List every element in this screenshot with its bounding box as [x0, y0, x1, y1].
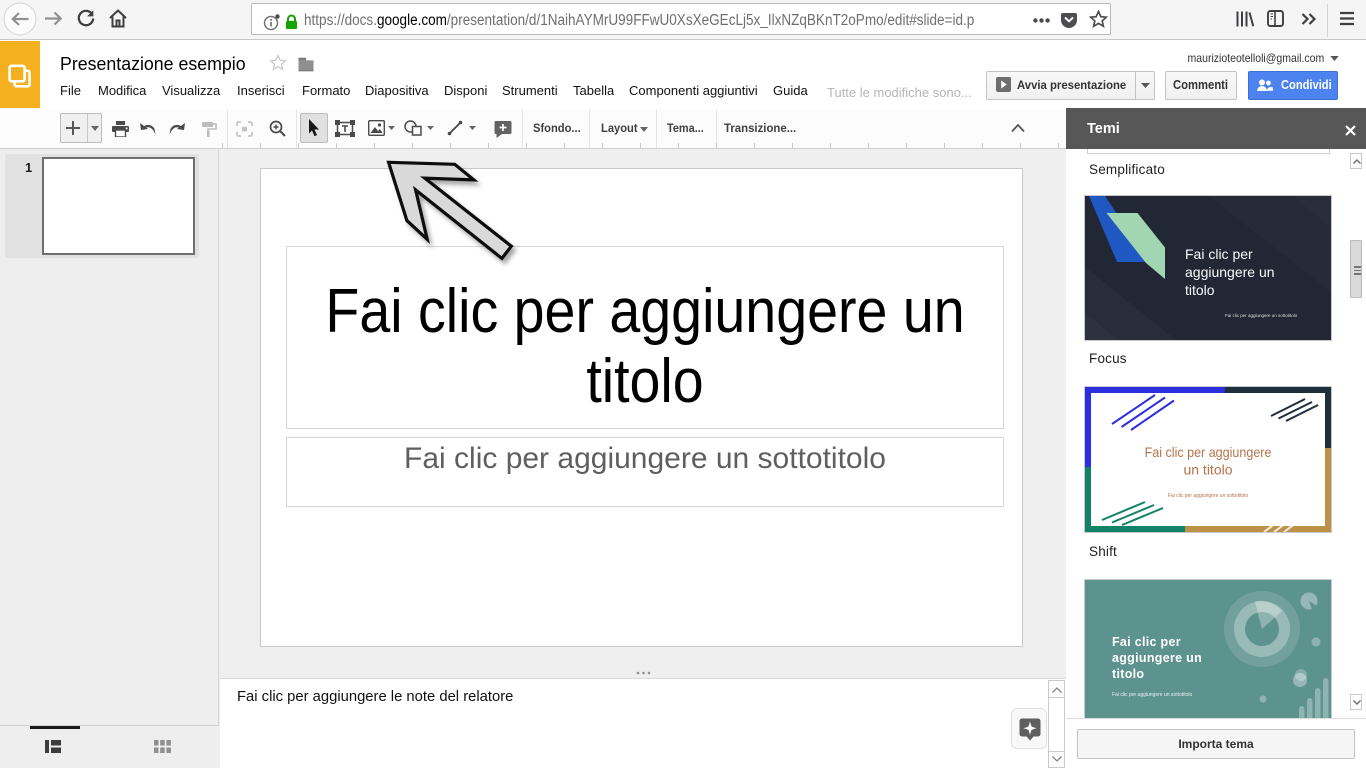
- svg-text:Fai clic per aggiungere un sot: Fai clic per aggiungere un sottotitolo: [1225, 313, 1298, 318]
- svg-text:titolo: titolo: [1112, 667, 1144, 681]
- svg-text:aggiungere un: aggiungere un: [1185, 264, 1275, 280]
- svg-text:Fai clic per aggiungere: Fai clic per aggiungere: [1145, 445, 1272, 461]
- svg-text:aggiungere un: aggiungere un: [1112, 651, 1202, 665]
- svg-text:un titolo: un titolo: [1183, 462, 1232, 478]
- svg-text:Fai clic per: Fai clic per: [1112, 635, 1181, 649]
- svg-text:Fai clic per: Fai clic per: [1185, 246, 1253, 262]
- svg-text:Fai clic per aggiungere un sot: Fai clic per aggiungere un sottotitolo: [1168, 493, 1249, 499]
- svg-text:Fai clic per aggiungere un sot: Fai clic per aggiungere un sottotitolo: [1112, 692, 1193, 698]
- svg-text:titolo: titolo: [1185, 282, 1215, 298]
